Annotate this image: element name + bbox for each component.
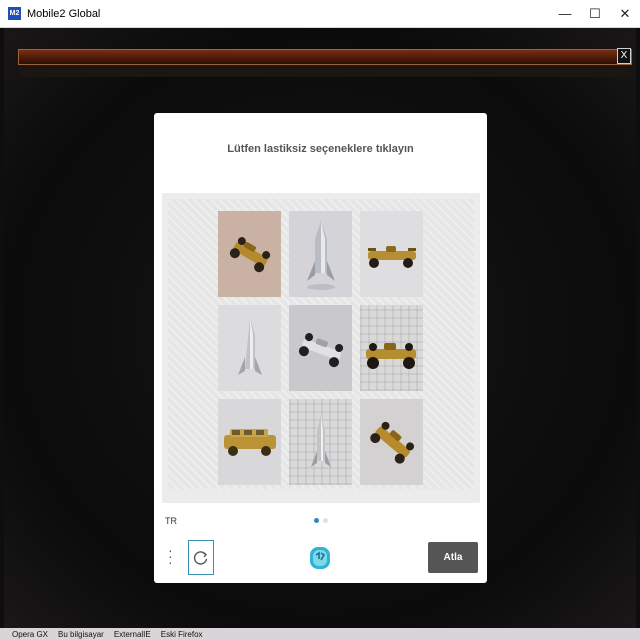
captcha-image-panel — [162, 193, 480, 503]
gold-racing-car-icon — [360, 211, 423, 297]
gold-racing-car-icon — [218, 211, 281, 297]
captcha-tile-8[interactable] — [289, 399, 352, 485]
page-dot-active — [314, 518, 319, 523]
captcha-tile-2[interactable] — [289, 211, 352, 297]
taskbar-item[interactable]: ExternalIE — [114, 630, 151, 639]
close-button[interactable]: ✕ — [610, 0, 640, 27]
hcaptcha-logo-icon — [308, 543, 332, 573]
language-selector[interactable]: TR — [165, 516, 177, 526]
refresh-button[interactable] — [188, 540, 214, 575]
captcha-tile-4[interactable] — [218, 305, 281, 391]
captcha-tile-1[interactable] — [218, 211, 281, 297]
more-options-icon[interactable]: · · · — [168, 543, 173, 569]
taskbar-item[interactable]: Eski Firefox — [161, 630, 203, 639]
skip-button[interactable]: Atla — [428, 542, 478, 573]
captcha-tile-6[interactable] — [360, 305, 423, 391]
rocket-icon — [311, 415, 331, 467]
rocket-icon — [289, 211, 352, 297]
title-bar[interactable]: M2 Mobile2 Global — ☐ ✕ — [0, 0, 640, 28]
taskbar-item[interactable]: Bu bilgisayar — [58, 630, 104, 639]
taskbar: Opera GX Bu bilgisayar ExternalIE Eski F… — [0, 628, 640, 640]
captcha-tile-7[interactable] — [218, 399, 281, 485]
silver-racing-car-icon — [289, 305, 352, 391]
refresh-icon — [193, 550, 208, 565]
captcha-tile-5[interactable] — [289, 305, 352, 391]
page-indicator — [314, 518, 328, 523]
taskbar-item[interactable]: Opera GX — [12, 630, 48, 639]
window-title: Mobile2 Global — [27, 7, 101, 20]
game-subbar — [18, 65, 630, 77]
gold-racing-car-icon — [366, 343, 416, 369]
app-icon: M2 — [8, 7, 21, 20]
captcha-grid — [168, 199, 474, 489]
maximize-button[interactable]: ☐ — [580, 0, 610, 27]
page-dot — [323, 518, 328, 523]
window-controls: — ☐ ✕ — [550, 0, 640, 27]
captcha-dialog: Lütfen lastiksiz seçeneklere tıklayın TR… — [154, 113, 487, 583]
minimize-button[interactable]: — — [550, 0, 580, 27]
captcha-tile-3[interactable] — [360, 211, 423, 297]
game-header-bar — [18, 49, 632, 65]
rocket-icon — [218, 305, 281, 391]
gold-limousine-icon — [218, 399, 281, 485]
captcha-tile-9[interactable] — [360, 399, 423, 485]
app-window: M2 Mobile2 Global — ☐ ✕ X Lütfen lastiks… — [0, 0, 640, 628]
game-close-button[interactable]: X — [617, 48, 631, 64]
gold-racing-car-icon — [360, 399, 423, 485]
captcha-prompt: Lütfen lastiksiz seçeneklere tıklayın — [227, 143, 414, 155]
